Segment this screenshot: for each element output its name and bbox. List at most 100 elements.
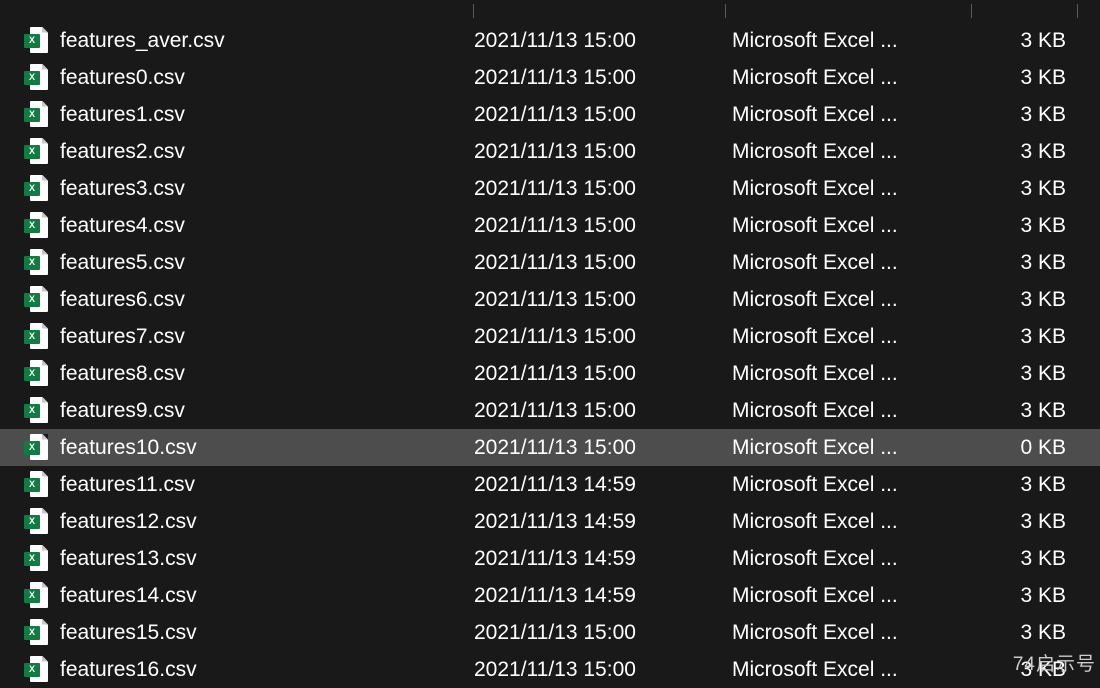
file-row[interactable]: Xfeatures5.csv2021/11/13 15:00Microsoft … — [0, 244, 1100, 281]
file-type: Microsoft Excel ... — [732, 658, 982, 682]
file-row[interactable]: Xfeatures4.csv2021/11/13 15:00Microsoft … — [0, 207, 1100, 244]
excel-csv-icon: X — [24, 323, 60, 351]
file-size: 3 KB — [982, 584, 1076, 608]
file-date-modified: 2021/11/13 15:00 — [474, 251, 732, 275]
file-type: Microsoft Excel ... — [732, 473, 982, 497]
file-size: 3 KB — [982, 362, 1076, 386]
file-name: features8.csv — [60, 362, 474, 386]
excel-csv-icon: X — [24, 27, 60, 55]
file-row[interactable]: Xfeatures12.csv2021/11/13 14:59Microsoft… — [0, 503, 1100, 540]
excel-csv-icon: X — [24, 64, 60, 92]
file-type: Microsoft Excel ... — [732, 177, 982, 201]
file-size: 3 KB — [982, 325, 1076, 349]
file-date-modified: 2021/11/13 15:00 — [474, 66, 732, 90]
file-size: 0 KB — [982, 436, 1076, 460]
file-row[interactable]: Xfeatures16.csv2021/11/13 15:00Microsoft… — [0, 651, 1100, 688]
file-date-modified: 2021/11/13 15:00 — [474, 177, 732, 201]
file-type: Microsoft Excel ... — [732, 66, 982, 90]
file-size: 3 KB — [982, 103, 1076, 127]
excel-csv-icon: X — [24, 471, 60, 499]
file-size: 3 KB — [982, 29, 1076, 53]
file-name: features15.csv — [60, 621, 474, 645]
file-list[interactable]: Xfeatures_aver.csv2021/11/13 15:00Micros… — [0, 0, 1100, 688]
file-name: features12.csv — [60, 510, 474, 534]
file-date-modified: 2021/11/13 15:00 — [474, 362, 732, 386]
file-name: features4.csv — [60, 214, 474, 238]
file-name: features2.csv — [60, 140, 474, 164]
file-date-modified: 2021/11/13 14:59 — [474, 584, 732, 608]
file-row[interactable]: Xfeatures10.csv2021/11/13 15:00Microsoft… — [0, 429, 1100, 466]
excel-csv-icon: X — [24, 249, 60, 277]
file-name: features9.csv — [60, 399, 474, 423]
excel-csv-icon: X — [24, 212, 60, 240]
file-name: features0.csv — [60, 66, 474, 90]
file-row[interactable]: Xfeatures13.csv2021/11/13 14:59Microsoft… — [0, 540, 1100, 577]
file-name: features10.csv — [60, 436, 474, 460]
file-type: Microsoft Excel ... — [732, 436, 982, 460]
file-type: Microsoft Excel ... — [732, 325, 982, 349]
file-row[interactable]: Xfeatures0.csv2021/11/13 15:00Microsoft … — [0, 59, 1100, 96]
file-size: 3 KB — [982, 140, 1076, 164]
file-row[interactable]: Xfeatures6.csv2021/11/13 15:00Microsoft … — [0, 281, 1100, 318]
file-type: Microsoft Excel ... — [732, 140, 982, 164]
file-name: features6.csv — [60, 288, 474, 312]
file-row[interactable]: Xfeatures15.csv2021/11/13 15:00Microsoft… — [0, 614, 1100, 651]
file-row[interactable]: Xfeatures2.csv2021/11/13 15:00Microsoft … — [0, 133, 1100, 170]
file-row[interactable]: Xfeatures14.csv2021/11/13 14:59Microsoft… — [0, 577, 1100, 614]
file-date-modified: 2021/11/13 14:59 — [474, 510, 732, 534]
excel-csv-icon: X — [24, 545, 60, 573]
file-date-modified: 2021/11/13 15:00 — [474, 29, 732, 53]
file-type: Microsoft Excel ... — [732, 29, 982, 53]
file-date-modified: 2021/11/13 15:00 — [474, 288, 732, 312]
file-type: Microsoft Excel ... — [732, 362, 982, 386]
file-row[interactable]: Xfeatures_aver.csv2021/11/13 15:00Micros… — [0, 22, 1100, 59]
file-type: Microsoft Excel ... — [732, 621, 982, 645]
file-name: features3.csv — [60, 177, 474, 201]
file-name: features16.csv — [60, 658, 474, 682]
file-date-modified: 2021/11/13 15:00 — [474, 214, 732, 238]
excel-csv-icon: X — [24, 619, 60, 647]
file-row[interactable]: Xfeatures3.csv2021/11/13 15:00Microsoft … — [0, 170, 1100, 207]
file-size: 3 KB — [982, 658, 1076, 682]
file-type: Microsoft Excel ... — [732, 547, 982, 571]
file-date-modified: 2021/11/13 15:00 — [474, 103, 732, 127]
file-size: 3 KB — [982, 288, 1076, 312]
file-row[interactable]: Xfeatures11.csv2021/11/13 14:59Microsoft… — [0, 466, 1100, 503]
file-size: 3 KB — [982, 510, 1076, 534]
excel-csv-icon: X — [24, 434, 60, 462]
excel-csv-icon: X — [24, 508, 60, 536]
file-size: 3 KB — [982, 473, 1076, 497]
file-name: features11.csv — [60, 473, 474, 497]
file-row[interactable]: Xfeatures7.csv2021/11/13 15:00Microsoft … — [0, 318, 1100, 355]
file-type: Microsoft Excel ... — [732, 510, 982, 534]
file-size: 3 KB — [982, 66, 1076, 90]
file-date-modified: 2021/11/13 15:00 — [474, 140, 732, 164]
file-date-modified: 2021/11/13 15:00 — [474, 325, 732, 349]
file-name: features5.csv — [60, 251, 474, 275]
file-type: Microsoft Excel ... — [732, 103, 982, 127]
file-row[interactable]: Xfeatures1.csv2021/11/13 15:00Microsoft … — [0, 96, 1100, 133]
excel-csv-icon: X — [24, 656, 60, 684]
excel-csv-icon: X — [24, 397, 60, 425]
excel-csv-icon: X — [24, 175, 60, 203]
file-type: Microsoft Excel ... — [732, 251, 982, 275]
file-date-modified: 2021/11/13 14:59 — [474, 473, 732, 497]
file-row[interactable]: Xfeatures9.csv2021/11/13 15:00Microsoft … — [0, 392, 1100, 429]
file-size: 3 KB — [982, 621, 1076, 645]
file-name: features1.csv — [60, 103, 474, 127]
file-date-modified: 2021/11/13 15:00 — [474, 658, 732, 682]
file-size: 3 KB — [982, 251, 1076, 275]
file-size: 3 KB — [982, 214, 1076, 238]
file-row[interactable]: Xfeatures8.csv2021/11/13 15:00Microsoft … — [0, 355, 1100, 392]
file-date-modified: 2021/11/13 15:00 — [474, 621, 732, 645]
excel-csv-icon: X — [24, 582, 60, 610]
excel-csv-icon: X — [24, 286, 60, 314]
file-name: features14.csv — [60, 584, 474, 608]
excel-csv-icon: X — [24, 138, 60, 166]
column-header-dividers — [0, 4, 1100, 18]
file-type: Microsoft Excel ... — [732, 214, 982, 238]
file-size: 3 KB — [982, 177, 1076, 201]
file-name: features13.csv — [60, 547, 474, 571]
excel-csv-icon: X — [24, 101, 60, 129]
file-size: 3 KB — [982, 547, 1076, 571]
